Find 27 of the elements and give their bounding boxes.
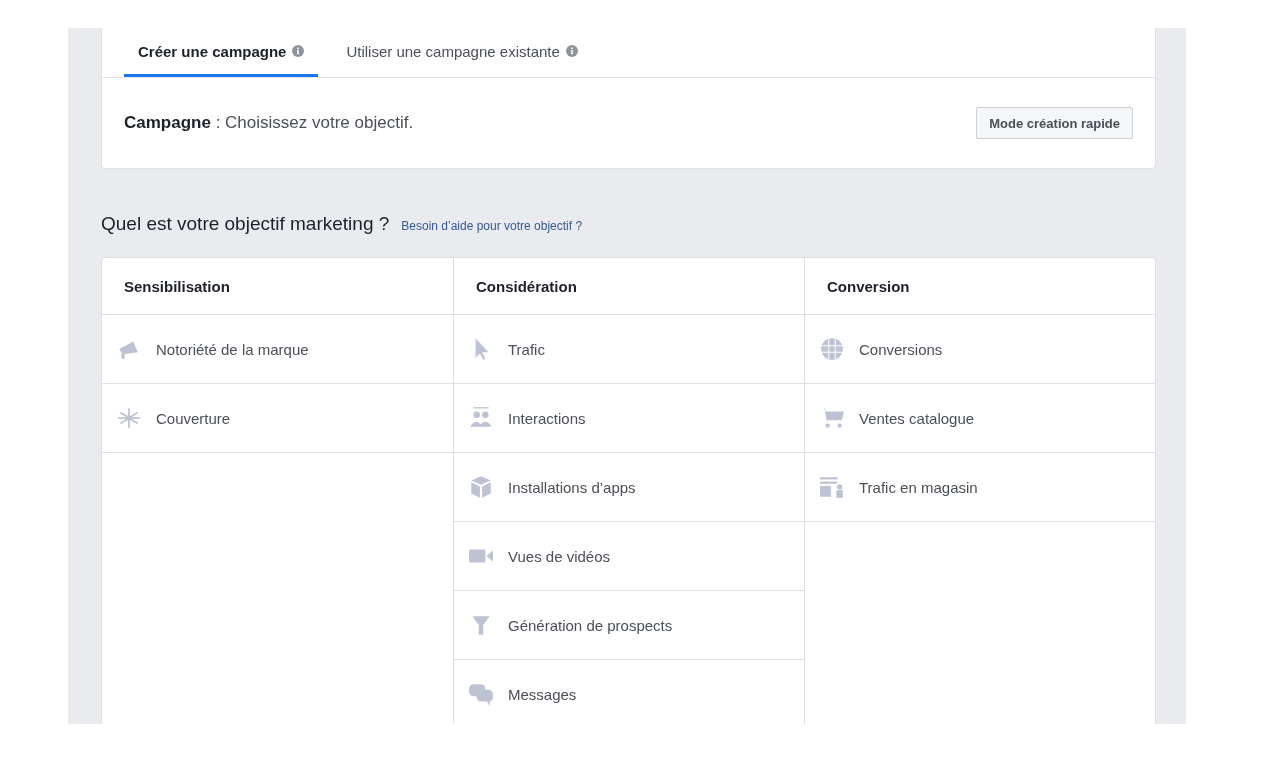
- objective-option[interactable]: Installations d’apps: [454, 453, 804, 522]
- objective-option[interactable]: Vues de vidéos: [454, 522, 804, 591]
- objective-option[interactable]: Trafic: [454, 315, 804, 384]
- help-link[interactable]: Besoin d’aide pour votre objectif ?: [401, 219, 583, 233]
- column-header: Conversion: [805, 258, 1155, 315]
- objective-option[interactable]: Interactions: [454, 384, 804, 453]
- objective-option[interactable]: Conversions: [805, 315, 1155, 384]
- tab[interactable]: Créer une campagne: [124, 28, 319, 77]
- info-icon: [565, 45, 578, 57]
- chat-bubbles-icon: [468, 681, 494, 707]
- objective-option[interactable]: Trafic en magasin: [805, 453, 1155, 522]
- section-heading: Quel est votre objectif marketing ?: [101, 213, 390, 235]
- box-icon: [468, 474, 494, 500]
- column-header: Sensibilisation: [102, 258, 453, 315]
- quick-mode-button[interactable]: Mode création rapide: [976, 107, 1133, 139]
- campaign-instruction: Campagne : Choisissez votre objectif.: [124, 113, 414, 133]
- tab[interactable]: Utiliser une campagne existante: [332, 28, 592, 77]
- store-icon: [819, 474, 845, 500]
- globe-icon: [819, 336, 845, 362]
- objective-option[interactable]: Notoriété de la marque: [102, 315, 453, 384]
- objective-option[interactable]: Ventes catalogue: [805, 384, 1155, 453]
- network-icon: [116, 405, 142, 431]
- info-icon: [292, 45, 305, 57]
- objective-option[interactable]: Couverture: [102, 384, 453, 453]
- objective-option[interactable]: Génération de prospects: [454, 591, 804, 660]
- objective-option[interactable]: Messages: [454, 660, 804, 724]
- column-header: Considération: [454, 258, 804, 315]
